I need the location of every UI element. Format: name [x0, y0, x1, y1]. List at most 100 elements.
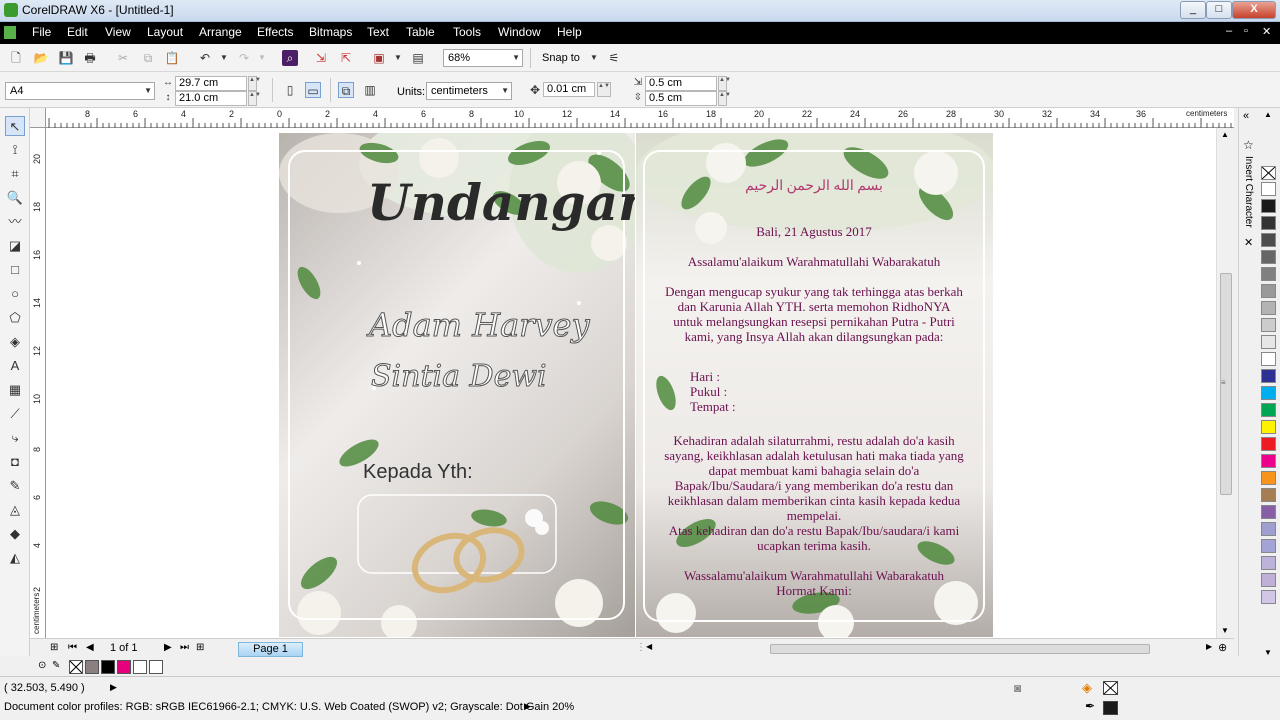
- height-spinner[interactable]: ▲▼: [248, 91, 261, 106]
- menu-arrange[interactable]: Arrange: [199, 25, 242, 39]
- zoom-tool-icon[interactable]: 🔍: [5, 188, 25, 208]
- palette-swatch[interactable]: [1261, 267, 1276, 281]
- duplicate-y-field[interactable]: 0.5 cm: [645, 91, 717, 106]
- color-swatch-white[interactable]: [149, 660, 163, 674]
- palette-swatch[interactable]: [1261, 199, 1276, 213]
- nudge-distance-field[interactable]: 0.01 cm: [543, 82, 595, 97]
- freehand-tool-icon[interactable]: 〰: [5, 212, 25, 232]
- cut-icon[interactable]: ✂: [115, 50, 131, 66]
- arabic-basmala[interactable]: بسم الله الرحمن الرحيم: [664, 179, 964, 194]
- opening-greeting[interactable]: Assalamu'alaikum Warahmatullahi Wabaraka…: [644, 254, 984, 269]
- new-document-icon[interactable]: 🗋: [8, 50, 24, 66]
- first-page-icon[interactable]: ⏮: [68, 642, 77, 653]
- dimension-tool-icon[interactable]: ⟋: [5, 404, 25, 424]
- status-expand-icon[interactable]: ▶: [110, 682, 117, 693]
- palette-swatch[interactable]: [1261, 590, 1276, 604]
- recipient-label[interactable]: Kepada Yth:: [363, 461, 473, 484]
- menu-help[interactable]: Help: [557, 25, 582, 39]
- snap-to-button[interactable]: Snap to: [542, 52, 580, 64]
- bride-name[interactable]: Sintia Dewi: [371, 359, 548, 395]
- maximize-button[interactable]: □: [1206, 1, 1232, 19]
- color-swatch-white[interactable]: [133, 660, 147, 674]
- duplicate-x-spinner[interactable]: ▲▼: [718, 76, 731, 91]
- scroll-up-icon[interactable]: ▲: [1221, 130, 1229, 139]
- horizontal-ruler[interactable]: 8 6 4 2 0 2 4 6 8 10 12 14 16 18 20 22 2…: [46, 108, 1234, 128]
- close-docker-icon[interactable]: ✕: [1244, 236, 1253, 249]
- invitation-letter-page[interactable]: بسم الله الرحمن الرحيم Bali, 21 Agustus …: [636, 133, 993, 637]
- color-proof-icon[interactable]: ◙: [1014, 681, 1021, 695]
- profiles-expand-icon[interactable]: ▶: [524, 701, 531, 712]
- ellipse-tool-icon[interactable]: ○: [5, 284, 25, 304]
- add-page-after-icon[interactable]: ⊞: [196, 642, 204, 653]
- color-swatch-black[interactable]: [101, 660, 115, 674]
- application-launcher-icon[interactable]: ▣: [371, 50, 387, 66]
- insert-character-tab[interactable]: Insert Character: [1243, 156, 1254, 228]
- collapse-docker-icon[interactable]: «: [1243, 110, 1249, 122]
- launcher-dropdown-icon[interactable]: ▼: [390, 50, 406, 66]
- palette-swatch[interactable]: [1261, 335, 1276, 349]
- doc-close-icon[interactable]: ✕: [1262, 25, 1271, 38]
- menu-bitmaps[interactable]: Bitmaps: [309, 25, 352, 39]
- all-pages-icon[interactable]: ⧉: [338, 82, 354, 98]
- palette-swatch[interactable]: [1261, 182, 1276, 196]
- event-day-label[interactable]: Hari :: [690, 369, 810, 384]
- duplicate-x-field[interactable]: 0.5 cm: [645, 76, 717, 91]
- invitation-cover-page[interactable]: Undangan Adam Harvey Sintia Dewi Kepada …: [279, 133, 635, 637]
- fill-indicator-icon[interactable]: ◈: [1082, 680, 1092, 696]
- next-page-icon[interactable]: ▶: [164, 642, 172, 653]
- palette-swatch[interactable]: [1261, 454, 1276, 468]
- fill-tool-icon[interactable]: ◆: [5, 524, 25, 544]
- document-icon[interactable]: [4, 26, 16, 39]
- rectangle-tool-icon[interactable]: □: [5, 260, 25, 280]
- menu-effects[interactable]: Effects: [257, 25, 293, 39]
- menu-table[interactable]: Table: [406, 25, 435, 39]
- star-icon[interactable]: ☆: [1243, 138, 1254, 152]
- splitter-icon[interactable]: ⋮: [636, 642, 646, 653]
- fill-color-indicator[interactable]: [1103, 681, 1118, 695]
- page-height-field[interactable]: 21.0 cm: [175, 91, 247, 106]
- duplicate-y-spinner[interactable]: ▲▼: [718, 91, 731, 106]
- redo-dropdown-icon[interactable]: ▼: [254, 50, 270, 66]
- palette-swatch[interactable]: [1261, 471, 1276, 485]
- landscape-icon[interactable]: ▭: [305, 82, 321, 98]
- doc-minimize-icon[interactable]: –: [1226, 25, 1232, 37]
- pick-tool-icon[interactable]: ↖: [5, 116, 25, 136]
- invitation-paragraph-1[interactable]: Dengan mengucap syukur yang tak terhingg…: [664, 284, 964, 344]
- docker-panel-tab[interactable]: « ☆ Insert Character ✕: [1238, 108, 1258, 656]
- last-page-icon[interactable]: ⏭: [180, 642, 189, 653]
- paper-size-select[interactable]: A4 ▼: [5, 82, 155, 100]
- shape-tool-icon[interactable]: ⟟: [5, 140, 25, 160]
- palette-swatch[interactable]: [1261, 352, 1276, 366]
- palette-swatch[interactable]: [1261, 522, 1276, 536]
- invitation-paragraph-2[interactable]: Kehadiran adalah silaturrahmi, restu ada…: [664, 433, 964, 523]
- menu-window[interactable]: Window: [498, 25, 541, 39]
- print-icon[interactable]: 🖶: [82, 50, 98, 66]
- export-icon[interactable]: ⇱: [338, 50, 354, 66]
- eyedropper-tool-icon[interactable]: ✎: [5, 476, 25, 496]
- groom-name[interactable]: Adam Harvey: [369, 306, 591, 345]
- menu-view[interactable]: View: [105, 25, 131, 39]
- cover-title[interactable]: Undangan: [367, 173, 635, 232]
- previous-page-icon[interactable]: ◀: [86, 642, 94, 653]
- palette-swatch[interactable]: [1261, 437, 1276, 451]
- zoom-level-select[interactable]: 68% ▼: [443, 49, 523, 67]
- interactive-fill-icon[interactable]: ◭: [5, 548, 25, 568]
- effects-tool-icon[interactable]: ◘: [5, 452, 25, 472]
- vertical-scrollbar[interactable]: ▲ ≡ ▼: [1216, 128, 1234, 638]
- current-page-icon[interactable]: ▥: [362, 82, 378, 98]
- no-color-swatch[interactable]: [69, 660, 83, 674]
- palette-swatch[interactable]: [1261, 488, 1276, 502]
- palette-swatch[interactable]: [1261, 505, 1276, 519]
- scroll-right-icon[interactable]: ▶: [1206, 642, 1212, 651]
- options-icon[interactable]: ⚟: [606, 50, 622, 66]
- palette-swatch[interactable]: [1261, 573, 1276, 587]
- add-page-before-icon[interactable]: ⊞: [50, 642, 58, 653]
- paste-icon[interactable]: 📋: [164, 50, 180, 66]
- eyedropper-icon[interactable]: ✎: [52, 660, 60, 671]
- invitation-date[interactable]: Bali, 21 Agustus 2017: [664, 224, 964, 239]
- doc-restore-icon[interactable]: ▫: [1244, 25, 1248, 37]
- smart-fill-icon[interactable]: ◪: [5, 236, 25, 256]
- palette-swatch[interactable]: [1261, 420, 1276, 434]
- nudge-spinner[interactable]: ▲▼: [597, 82, 611, 97]
- snap-dropdown-icon[interactable]: ▼: [586, 50, 602, 66]
